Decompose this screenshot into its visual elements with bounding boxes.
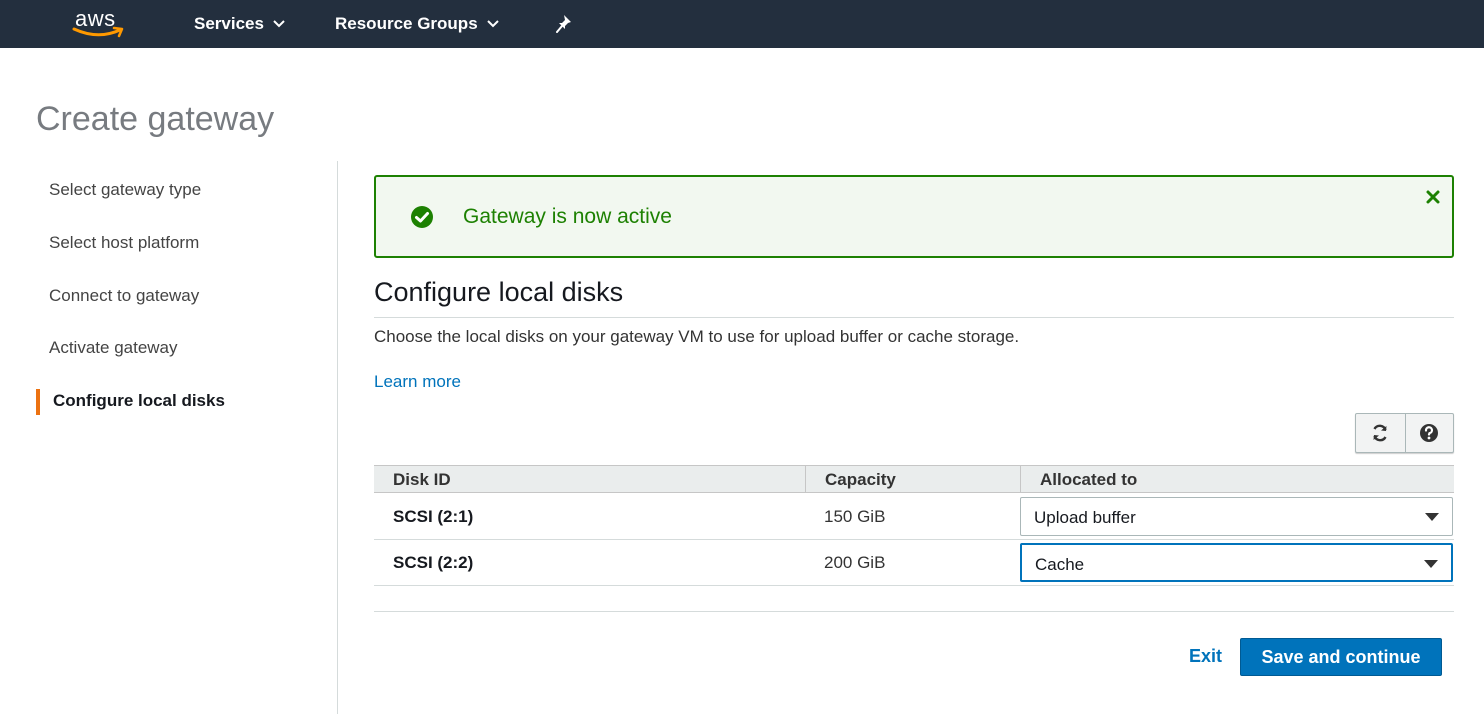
chevron-down-icon <box>486 20 499 28</box>
chevron-down-icon <box>273 20 285 28</box>
wizard-step-connect-to-gateway[interactable]: Connect to gateway <box>49 286 199 306</box>
table-toolbar <box>1355 413 1454 453</box>
column-header-disk-id[interactable]: Disk ID <box>393 470 451 490</box>
caret-down-icon <box>1424 560 1438 568</box>
help-button[interactable] <box>1404 414 1454 452</box>
table-row: SCSI (2:2) 200 GiB Cache <box>374 540 1454 586</box>
active-step-marker <box>36 389 40 415</box>
column-header-capacity[interactable]: Capacity <box>825 470 896 490</box>
success-alert: Gateway is now active <box>374 175 1454 258</box>
column-header-allocated-to[interactable]: Allocated to <box>1040 470 1137 490</box>
aws-logo[interactable]: aws <box>72 4 130 42</box>
capacity-cell: 200 GiB <box>824 553 886 572</box>
wizard-step-configure-local-disks[interactable]: Configure local disks <box>53 391 225 411</box>
allocated-to-select[interactable]: Upload buffer <box>1020 497 1453 536</box>
alert-message: Gateway is now active <box>463 205 672 228</box>
refresh-button[interactable] <box>1356 414 1405 452</box>
pushpin-icon[interactable] <box>556 13 576 35</box>
table-header: Disk ID Capacity Allocated to <box>374 465 1454 493</box>
wizard-step-select-gateway-type[interactable]: Select gateway type <box>49 180 201 200</box>
section-title: Configure local disks <box>374 277 624 307</box>
page-title: Create gateway <box>36 100 275 138</box>
wizard-step-activate-gateway[interactable]: Activate gateway <box>49 338 178 358</box>
check-circle-icon <box>411 206 433 228</box>
learn-more-link[interactable]: Learn more <box>374 372 461 392</box>
resource-groups-label: Resource Groups <box>335 14 478 33</box>
exit-link[interactable]: Exit <box>1189 646 1222 667</box>
column-separator <box>1020 466 1021 493</box>
table-row: SCSI (2:1) 150 GiB Upload buffer <box>374 494 1454 540</box>
capacity-cell: 150 GiB <box>824 507 886 526</box>
allocated-to-select[interactable]: Cache <box>1020 543 1453 582</box>
save-and-continue-button[interactable]: Save and continue <box>1240 638 1442 676</box>
disk-id-cell: SCSI (2:2) <box>393 553 474 572</box>
resource-groups-menu[interactable]: Resource Groups <box>335 12 499 36</box>
vertical-divider <box>337 161 338 714</box>
help-icon <box>1420 424 1439 442</box>
top-navigation-bar: aws Services Resource Groups <box>0 0 1484 48</box>
services-menu[interactable]: Services <box>194 12 285 36</box>
close-icon[interactable] <box>1425 189 1441 205</box>
footer-divider <box>374 611 1454 612</box>
wizard-step-select-host-platform[interactable]: Select host platform <box>49 233 199 253</box>
refresh-icon <box>1373 424 1387 442</box>
section-description: Choose the local disks on your gateway V… <box>374 327 1020 346</box>
allocated-to-value: Upload buffer <box>1034 508 1136 527</box>
allocated-to-value: Cache <box>1035 555 1085 574</box>
column-separator <box>805 466 806 493</box>
aws-smile-icon <box>72 26 124 38</box>
section-divider <box>374 317 1454 318</box>
disk-id-cell: SCSI (2:1) <box>393 507 474 526</box>
services-label: Services <box>194 14 264 33</box>
caret-down-icon <box>1425 513 1439 521</box>
